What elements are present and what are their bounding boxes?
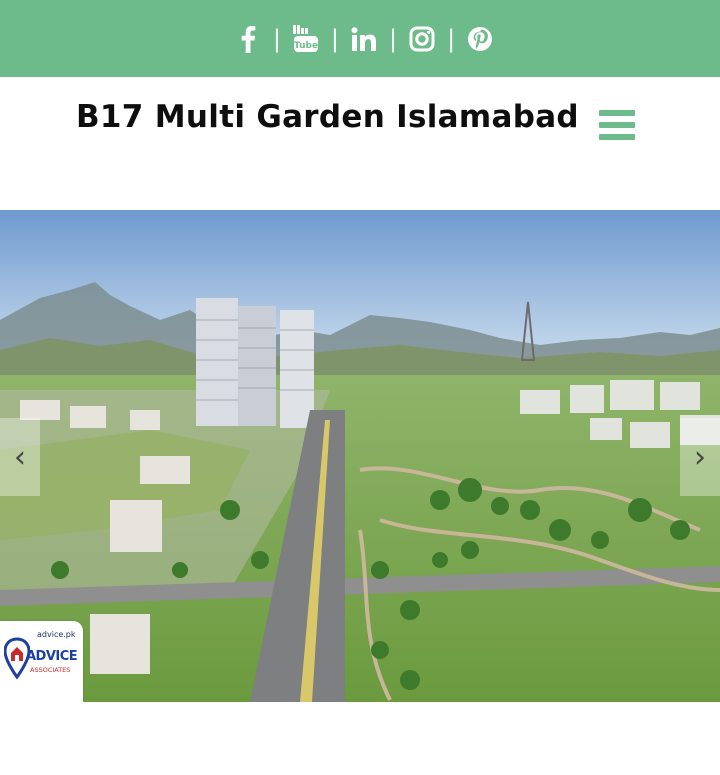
linkedin-icon [351,26,376,51]
social-bar: | Tube | | | [0,0,720,77]
hamburger-menu-button[interactable] [599,110,635,140]
youtube-icon: Tube [292,24,318,52]
logo-brand-text: ADVICE [26,649,78,664]
site-title[interactable]: B17 Multi Garden Islamabad [76,99,579,135]
logo-url-text: advice.pk [37,630,76,639]
youtube-link[interactable]: Tube [289,22,323,56]
separator: | [447,24,456,53]
hamburger-icon-bar [599,134,635,140]
slider-next-arrow-button[interactable]: › [680,418,720,496]
pinterest-icon [468,26,493,51]
hero-slider: ‹ › advice.pk ADVICE ASSOCIATES [0,210,720,702]
hamburger-icon-bar [599,122,635,128]
advice-associates-logo: advice.pk ADVICE ASSOCIATES [0,621,83,702]
separator: | [389,24,398,53]
svg-text:Tube: Tube [294,41,318,51]
hamburger-icon-bar [599,110,635,116]
slide-image [0,210,720,702]
separator: | [272,24,281,53]
logo-subtitle-text: ASSOCIATES [30,666,71,674]
separator: | [330,24,339,53]
linkedin-link[interactable] [347,22,381,56]
instagram-icon [409,26,435,51]
facebook-link[interactable] [231,22,265,56]
slider-prev-arrow-button[interactable]: ‹ [0,418,40,496]
pinterest-link[interactable] [463,22,497,56]
facebook-icon [241,25,256,53]
instagram-link[interactable] [405,22,439,56]
social-links: | Tube | | | [231,22,497,56]
site-header: B17 Multi Garden Islamabad [0,77,720,210]
